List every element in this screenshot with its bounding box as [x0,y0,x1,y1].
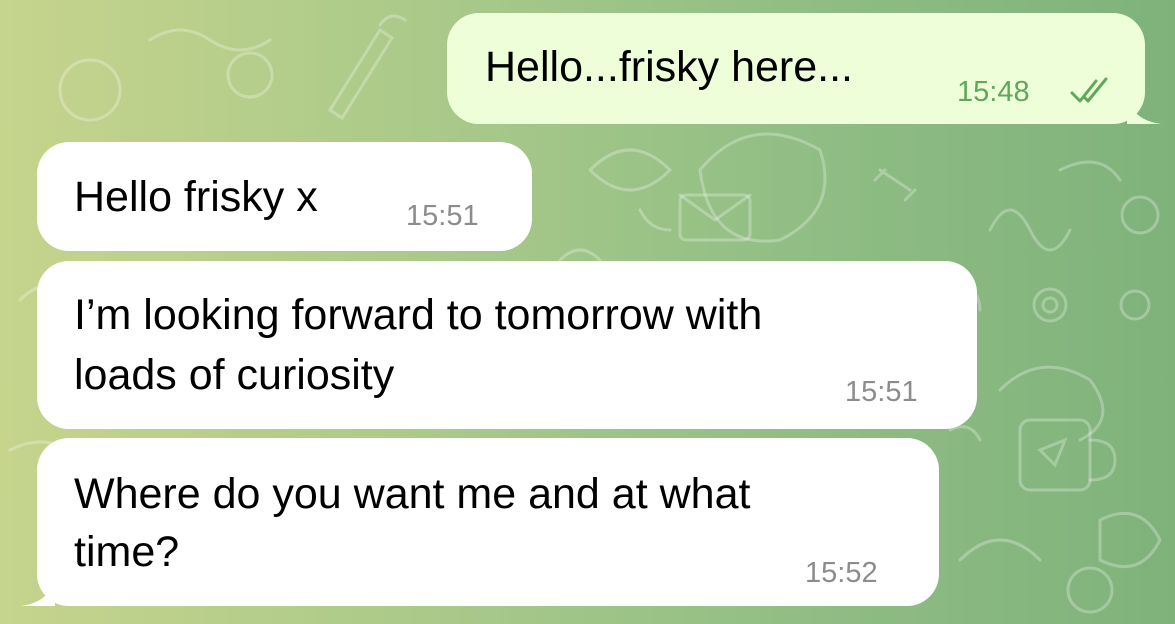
message-text: loads of curiosity [74,351,395,399]
message-text: Where do you want me and at what [74,470,751,518]
double-check-icon [1070,77,1108,103]
message-bubble-incoming[interactable]: I’m looking forward to tomorrow with loa… [37,261,977,429]
message-timestamp: 15:48 [957,76,1030,108]
message-bubble-incoming[interactable]: Where do you want me and at what time? 1… [21,438,939,606]
message-bubble-incoming[interactable]: Hello frisky x 15:51 [37,142,532,251]
message-text: Hello...frisky here... [485,43,853,91]
message-bubble-outgoing[interactable]: Hello...frisky here... 15:48 [447,13,1161,124]
bubble-tail [1127,94,1161,124]
message-timestamp: 15:51 [845,376,918,408]
message-text: I’m looking forward to tomorrow with [74,291,763,339]
bubble-tail [21,576,55,606]
message-text: Hello frisky x [74,173,318,221]
message-timestamp: 15:52 [805,557,878,589]
message-text: time? [74,528,180,576]
message-timestamp: 15:51 [406,200,479,232]
